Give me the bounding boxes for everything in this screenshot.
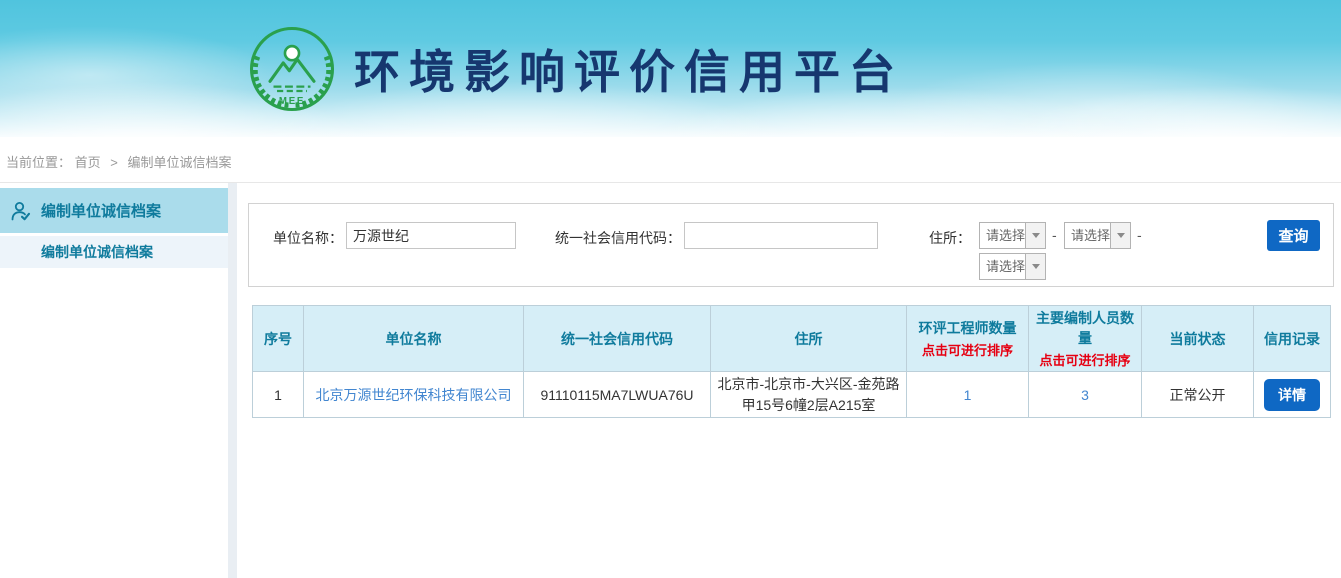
row-status: 正常公开 [1142,372,1254,418]
row-index: 1 [253,372,304,418]
mee-logo: MEE [248,25,336,113]
breadcrumb-home-link[interactable]: 首页 [75,155,101,170]
main-area: 编制单位诚信档案 编制单位诚信档案 单位名称： 统一社会信用代码： 住所： 请选… [0,183,1341,578]
sidebar-section-header[interactable]: 编制单位诚信档案 [0,188,228,233]
table-header: 序号 单位名称 统一社会信用代码 住所 环评工程师数量 点击可进行排序 主要编制… [253,306,1331,372]
engineer-count-link[interactable]: 1 [907,372,1029,418]
col-status: 当前状态 [1142,306,1254,372]
staff-count-link[interactable]: 3 [1029,372,1142,418]
page: MEE 环境影响评价信用平台 当前位置： 首页 > 编制单位诚信档案 编制单位诚… [0,0,1341,578]
query-button[interactable]: 查询 [1267,220,1320,251]
search-panel: 单位名称： 统一社会信用代码： 住所： 请选择 - 请选择 - 请选择 [248,203,1334,287]
address-dash-1: - [1052,227,1057,243]
credit-code-input[interactable] [684,222,878,249]
col-engineer-count-sortable[interactable]: 环评工程师数量 点击可进行排序 [907,306,1029,372]
sidebar: 编制单位诚信档案 编制单位诚信档案 [0,183,228,578]
row-credit-code: 91110115MA7LWUA76U [524,372,711,418]
site-header: MEE 环境影响评价信用平台 [0,0,1341,137]
col-credit-record: 信用记录 [1254,306,1331,372]
row-address: 北京市-北京市-大兴区-金苑路甲15号6幢2层A215室 [711,372,907,418]
breadcrumb: 当前位置： 首页 > 编制单位诚信档案 [0,137,1341,183]
city-select[interactable]: 请选择 [1064,222,1131,249]
sidebar-item-archive[interactable]: 编制单位诚信档案 [0,236,228,268]
col-company-name: 单位名称 [304,306,524,372]
breadcrumb-current: 编制单位诚信档案 [128,155,232,170]
logo-text: MEE [279,96,305,107]
address-dash-2: - [1137,227,1142,243]
chevron-down-icon[interactable] [1025,223,1045,248]
col-address: 住所 [711,306,907,372]
table-row: 1 北京万源世纪环保科技有限公司 91110115MA7LWUA76U 北京市-… [253,372,1331,418]
company-name-label: 单位名称： [273,228,343,248]
credit-code-label: 统一社会信用代码： [555,228,681,248]
breadcrumb-separator: > [110,155,118,170]
site-title: 环境影响评价信用平台 [354,36,904,102]
sidebar-divider [228,183,237,578]
sort-hint: 点击可进行排序 [1031,350,1139,369]
col-staff-count-sortable[interactable]: 主要编制人员数量 点击可进行排序 [1029,306,1142,372]
detail-button[interactable]: 详情 [1264,379,1320,411]
province-select[interactable]: 请选择 [979,222,1046,249]
breadcrumb-prefix: 当前位置： [6,155,71,170]
sort-hint: 点击可进行排序 [909,340,1026,359]
results-table: 序号 单位名称 统一社会信用代码 住所 环评工程师数量 点击可进行排序 主要编制… [252,305,1331,418]
user-check-icon [10,200,32,222]
company-name-input[interactable] [346,222,516,249]
province-select-value: 请选择 [980,223,1025,248]
content: 单位名称： 统一社会信用代码： 住所： 请选择 - 请选择 - 请选择 [237,183,1341,578]
company-link[interactable]: 北京万源世纪环保科技有限公司 [304,372,524,418]
city-select-value: 请选择 [1065,223,1110,248]
sidebar-section-label: 编制单位诚信档案 [41,200,161,221]
address-label: 住所： [929,228,971,248]
district-select-value: 请选择 [980,254,1025,279]
col-index: 序号 [253,306,304,372]
chevron-down-icon[interactable] [1110,223,1130,248]
chevron-down-icon[interactable] [1025,254,1045,279]
col-credit-code: 统一社会信用代码 [524,306,711,372]
district-select[interactable]: 请选择 [979,253,1046,280]
row-action-cell: 详情 [1254,372,1331,418]
